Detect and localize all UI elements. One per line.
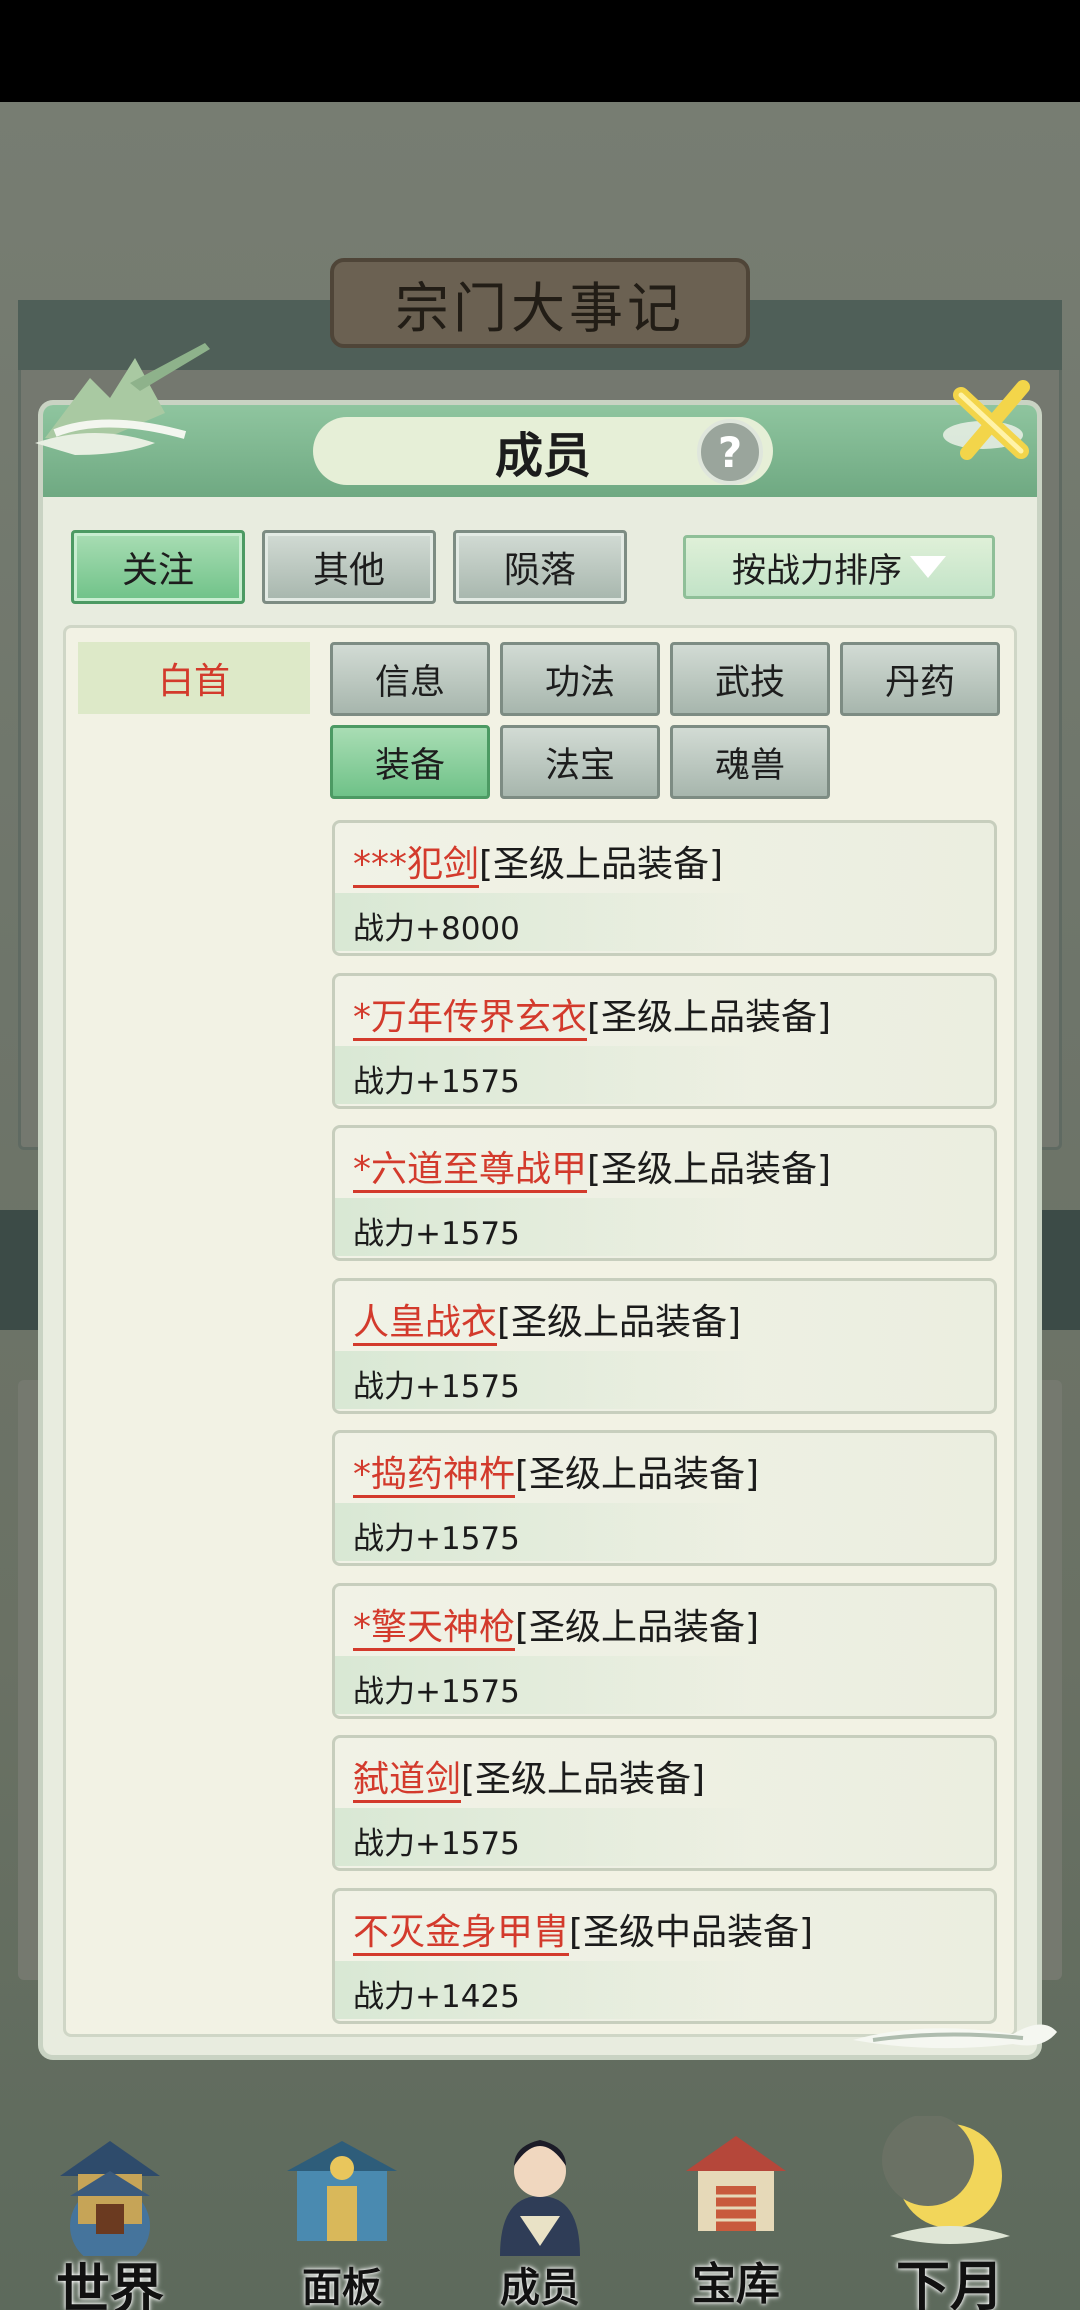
help-button[interactable]: ? xyxy=(697,419,763,485)
nav-label: 世界 xyxy=(56,2257,164,2310)
member-avatar-icon xyxy=(500,2140,580,2256)
item-power: 战力+1575 xyxy=(353,1826,520,1862)
tab-follow[interactable]: 关注 xyxy=(71,530,245,604)
item-name-link[interactable]: 弑道剑 xyxy=(353,1759,462,1803)
subtab-skills[interactable]: 功法 xyxy=(500,642,660,716)
subtab-pills[interactable]: 丹药 xyxy=(840,642,1000,716)
nav-next-month[interactable]: 下月 xyxy=(860,2080,1040,2310)
tab-other[interactable]: 其他 xyxy=(262,530,436,604)
gate-panel-icon xyxy=(287,2141,397,2241)
mountain-sword-icon xyxy=(35,343,210,455)
nav-label: 面板 xyxy=(302,2264,382,2310)
member-name[interactable]: 白首 xyxy=(78,642,310,714)
equipment-card[interactable]: 弑道剑[圣级上品装备] 战力+1575 xyxy=(332,1735,997,1871)
item-power: 战力+1575 xyxy=(353,1521,520,1557)
equipment-card[interactable]: *六道至尊战甲[圣级上品装备] 战力+1575 xyxy=(332,1125,997,1261)
crescent-moon-icon xyxy=(882,2116,1010,2244)
chevron-down-icon xyxy=(910,556,946,578)
tab-fallen[interactable]: 陨落 xyxy=(453,530,627,604)
item-power: 战力+8000 xyxy=(353,911,520,947)
subtab-equipment[interactable]: 装备 xyxy=(330,725,490,799)
subtab-beast[interactable]: 魂兽 xyxy=(670,725,830,799)
item-grade: [圣级中品装备] xyxy=(569,1912,814,1953)
item-grade: [圣级上品装备] xyxy=(479,844,724,885)
equipment-card[interactable]: ***犯剑[圣级上品装备] 战力+8000 xyxy=(332,820,997,956)
subtab-info[interactable]: 信息 xyxy=(330,642,490,716)
member-detail-panel: 白首 信息 功法 武技 丹药 装备 法宝 魂兽 ***犯剑[圣级上品装备] 战力… xyxy=(63,625,1017,2037)
item-power: 战力+1575 xyxy=(353,1369,520,1405)
members-dialog: 成员 ? 关注 其他 陨落 按战力排序 白首 信息 功法 武技 丹药 装备 法宝… xyxy=(35,343,1057,2055)
item-power: 战力+1575 xyxy=(353,1674,520,1710)
close-icon[interactable] xyxy=(943,373,1039,469)
equipment-card[interactable]: *万年传界玄衣[圣级上品装备] 战力+1575 xyxy=(332,973,997,1109)
nav-label: 下月 xyxy=(896,2254,1004,2310)
item-grade: [圣级上品装备] xyxy=(515,1607,760,1648)
subtab-martial[interactable]: 武技 xyxy=(670,642,830,716)
item-name-link[interactable]: *万年传界玄衣 xyxy=(353,997,588,1041)
equipment-card[interactable]: *捣药神杵[圣级上品装备] 战力+1575 xyxy=(332,1430,997,1566)
subtab-treasure[interactable]: 法宝 xyxy=(500,725,660,799)
item-grade: [圣级上品装备] xyxy=(587,997,832,1038)
equipment-card[interactable]: 人皇战衣[圣级上品装备] 战力+1575 xyxy=(332,1278,997,1414)
equipment-card[interactable]: *擎天神枪[圣级上品装备] 战力+1575 xyxy=(332,1583,997,1719)
item-name-link[interactable]: 不灭金身甲胄 xyxy=(353,1912,570,1956)
nav-label: 宝库 xyxy=(692,2259,780,2310)
item-grade: [圣级上品装备] xyxy=(461,1759,706,1800)
item-name-link[interactable]: *捣药神杵 xyxy=(353,1454,516,1498)
item-grade: [圣级上品装备] xyxy=(497,1302,742,1343)
item-grade: [圣级上品装备] xyxy=(587,1149,832,1190)
nav-world[interactable]: 世界 xyxy=(20,2080,200,2310)
item-power: 战力+1575 xyxy=(353,1064,520,1100)
item-power: 战力+1425 xyxy=(353,1979,520,2015)
sort-dropdown[interactable]: 按战力排序 xyxy=(683,535,995,599)
nav-panel[interactable]: 面板 xyxy=(252,2080,432,2310)
bottom-nav: 世界 面板 成员 宝库 下月 xyxy=(0,2080,1080,2310)
item-grade: [圣级上品装备] xyxy=(515,1454,760,1495)
status-bar xyxy=(0,0,1080,102)
item-name-link[interactable]: *擎天神枪 xyxy=(353,1607,516,1651)
nav-label: 成员 xyxy=(500,2264,580,2310)
item-name-link[interactable]: ***犯剑 xyxy=(353,844,480,888)
treasury-icon xyxy=(686,2136,786,2231)
nav-treasury[interactable]: 宝库 xyxy=(646,2080,826,2310)
item-name-link[interactable]: *六道至尊战甲 xyxy=(353,1149,588,1193)
cloud-deco-icon xyxy=(853,2024,1057,2049)
item-power: 战力+1575 xyxy=(353,1216,520,1252)
equipment-card[interactable]: 不灭金身甲胄[圣级中品装备] 战力+1425 xyxy=(332,1888,997,2024)
background-title: 宗门大事记 xyxy=(330,258,750,348)
item-name-link[interactable]: 人皇战衣 xyxy=(353,1302,498,1346)
pagoda-world-icon xyxy=(60,2141,160,2256)
nav-members[interactable]: 成员 xyxy=(450,2080,630,2310)
sort-label: 按战力排序 xyxy=(732,550,902,591)
